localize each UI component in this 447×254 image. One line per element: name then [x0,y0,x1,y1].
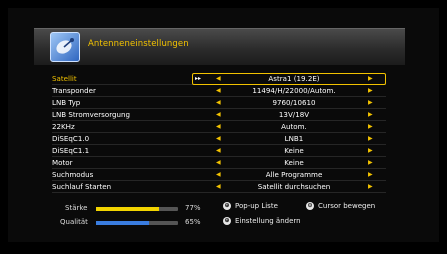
hint-cursor: ⊙ Cursor bewegen [306,202,375,210]
arrow-right-icon[interactable]: ▶ [368,145,373,156]
ok-key-icon: ⊕ [223,217,231,225]
setting-row-lnb-type[interactable]: LNB Typ ◀ 9760/10610 ▶ [52,97,386,110]
arrow-right-icon[interactable]: ▶ [368,133,373,144]
strength-bar-fill [96,207,160,211]
arrow-right-icon[interactable]: ▶ [368,97,373,108]
selected-indicator-icon: ▸▸ [195,75,202,82]
setting-label: Suchlauf Starten [52,182,112,192]
quality-label: Qualität [60,218,88,226]
strength-label: Stärke [65,204,88,212]
navigation-key-icon: ⊙ [306,202,314,210]
quality-bar-fill [96,221,150,225]
setting-value: Satellit durchsuchen [257,182,331,192]
page-title: Antenneneinstellungen [88,39,189,49]
strength-percent: 77% [185,204,201,212]
setting-value: Alle Programme [265,170,323,180]
hint-cursor-label: Cursor bewegen [318,202,376,210]
arrow-left-icon[interactable]: ◀ [216,169,221,180]
quality-bar [96,221,178,225]
setting-label: Satellit [52,74,77,83]
setting-value: Keine [284,158,304,168]
ok-key-icon: ⊕ [223,202,231,210]
setting-row-motor[interactable]: Motor ◀ Keine ▶ [52,157,386,170]
arrow-right-icon[interactable]: ▶ [368,181,373,192]
arrow-right-icon[interactable]: ▶ [368,157,373,168]
setting-label: Suchmodus [52,170,94,180]
setting-row-diseqc11[interactable]: DiSEqC1.1 ◀ Keine ▶ [52,145,386,158]
hint-change-label: Einstellung ändern [235,217,301,225]
arrow-left-icon[interactable]: ◀ [216,85,221,96]
arrow-right-icon[interactable]: ▶ [368,85,373,96]
arrow-right-icon[interactable]: ▶ [368,169,373,180]
satellite-dish-icon [50,32,80,62]
setting-label: LNB Stromversorgung [52,110,130,120]
setting-row-transponder[interactable]: Transponder ◀ 11494/H/22000/Autom. ▶ [52,85,386,98]
hint-popup: ⊕ Pop-up Liste [223,202,278,210]
arrow-left-icon[interactable]: ◀ [216,181,221,192]
setting-value: 13V/18V [278,110,310,120]
setting-label: DiSEqC1.0 [52,134,90,144]
arrow-left-icon[interactable]: ◀ [216,145,221,156]
quality-percent: 65% [185,218,201,226]
arrow-left-icon[interactable]: ◀ [216,121,221,132]
setting-value: LNB1 [284,134,304,144]
arrow-left-icon[interactable]: ◀ [216,133,221,144]
setting-value: 9760/10610 [272,98,316,108]
settings-list: Satellit ▸▸ ◀ Astra1 (19.2E) ▶ Transpond… [52,73,386,194]
setting-value: 11494/H/22000/Autom. [252,86,336,96]
menu-header: Antenneneinstellungen [34,28,405,65]
setting-label: Transponder [52,86,96,96]
setting-row-22khz[interactable]: 22KHz ◀ Autom. ▶ [52,121,386,134]
arrow-left-icon[interactable]: ◀ [216,97,221,108]
strength-bar [96,207,178,211]
setting-row-search-mode[interactable]: Suchmodus ◀ Alle Programme ▶ [52,169,386,182]
arrow-right-icon[interactable]: ▶ [368,109,373,120]
setting-label: DiSEqC1.1 [52,146,90,156]
setting-row-lnb-power[interactable]: LNB Stromversorgung ◀ 13V/18V ▶ [52,109,386,122]
arrow-left-icon[interactable]: ◀ [216,157,221,168]
setting-value: Keine [284,146,304,156]
setting-value: Autom. [281,122,307,132]
setting-row-diseqc10[interactable]: DiSEqC1.0 ◀ LNB1 ▶ [52,133,386,146]
arrow-right-icon[interactable]: ▶ [368,121,373,132]
setting-value: Astra1 (19.2E) [268,74,320,83]
arrow-left-icon[interactable]: ◀ [216,109,221,120]
hint-popup-label: Pop-up Liste [235,202,278,210]
hint-change: ⊕ Einstellung ändern [223,217,301,225]
arrow-right-icon[interactable]: ▶ [368,73,373,84]
setting-label: Motor [52,158,73,168]
arrow-left-icon[interactable]: ◀ [216,73,221,84]
setting-label: LNB Typ [52,98,81,108]
setting-row-start-scan[interactable]: Suchlauf Starten ◀ Satellit durchsuchen … [52,181,386,194]
setting-label: 22KHz [52,122,75,132]
setting-row-satellite[interactable]: Satellit ▸▸ ◀ Astra1 (19.2E) ▶ [52,73,386,86]
